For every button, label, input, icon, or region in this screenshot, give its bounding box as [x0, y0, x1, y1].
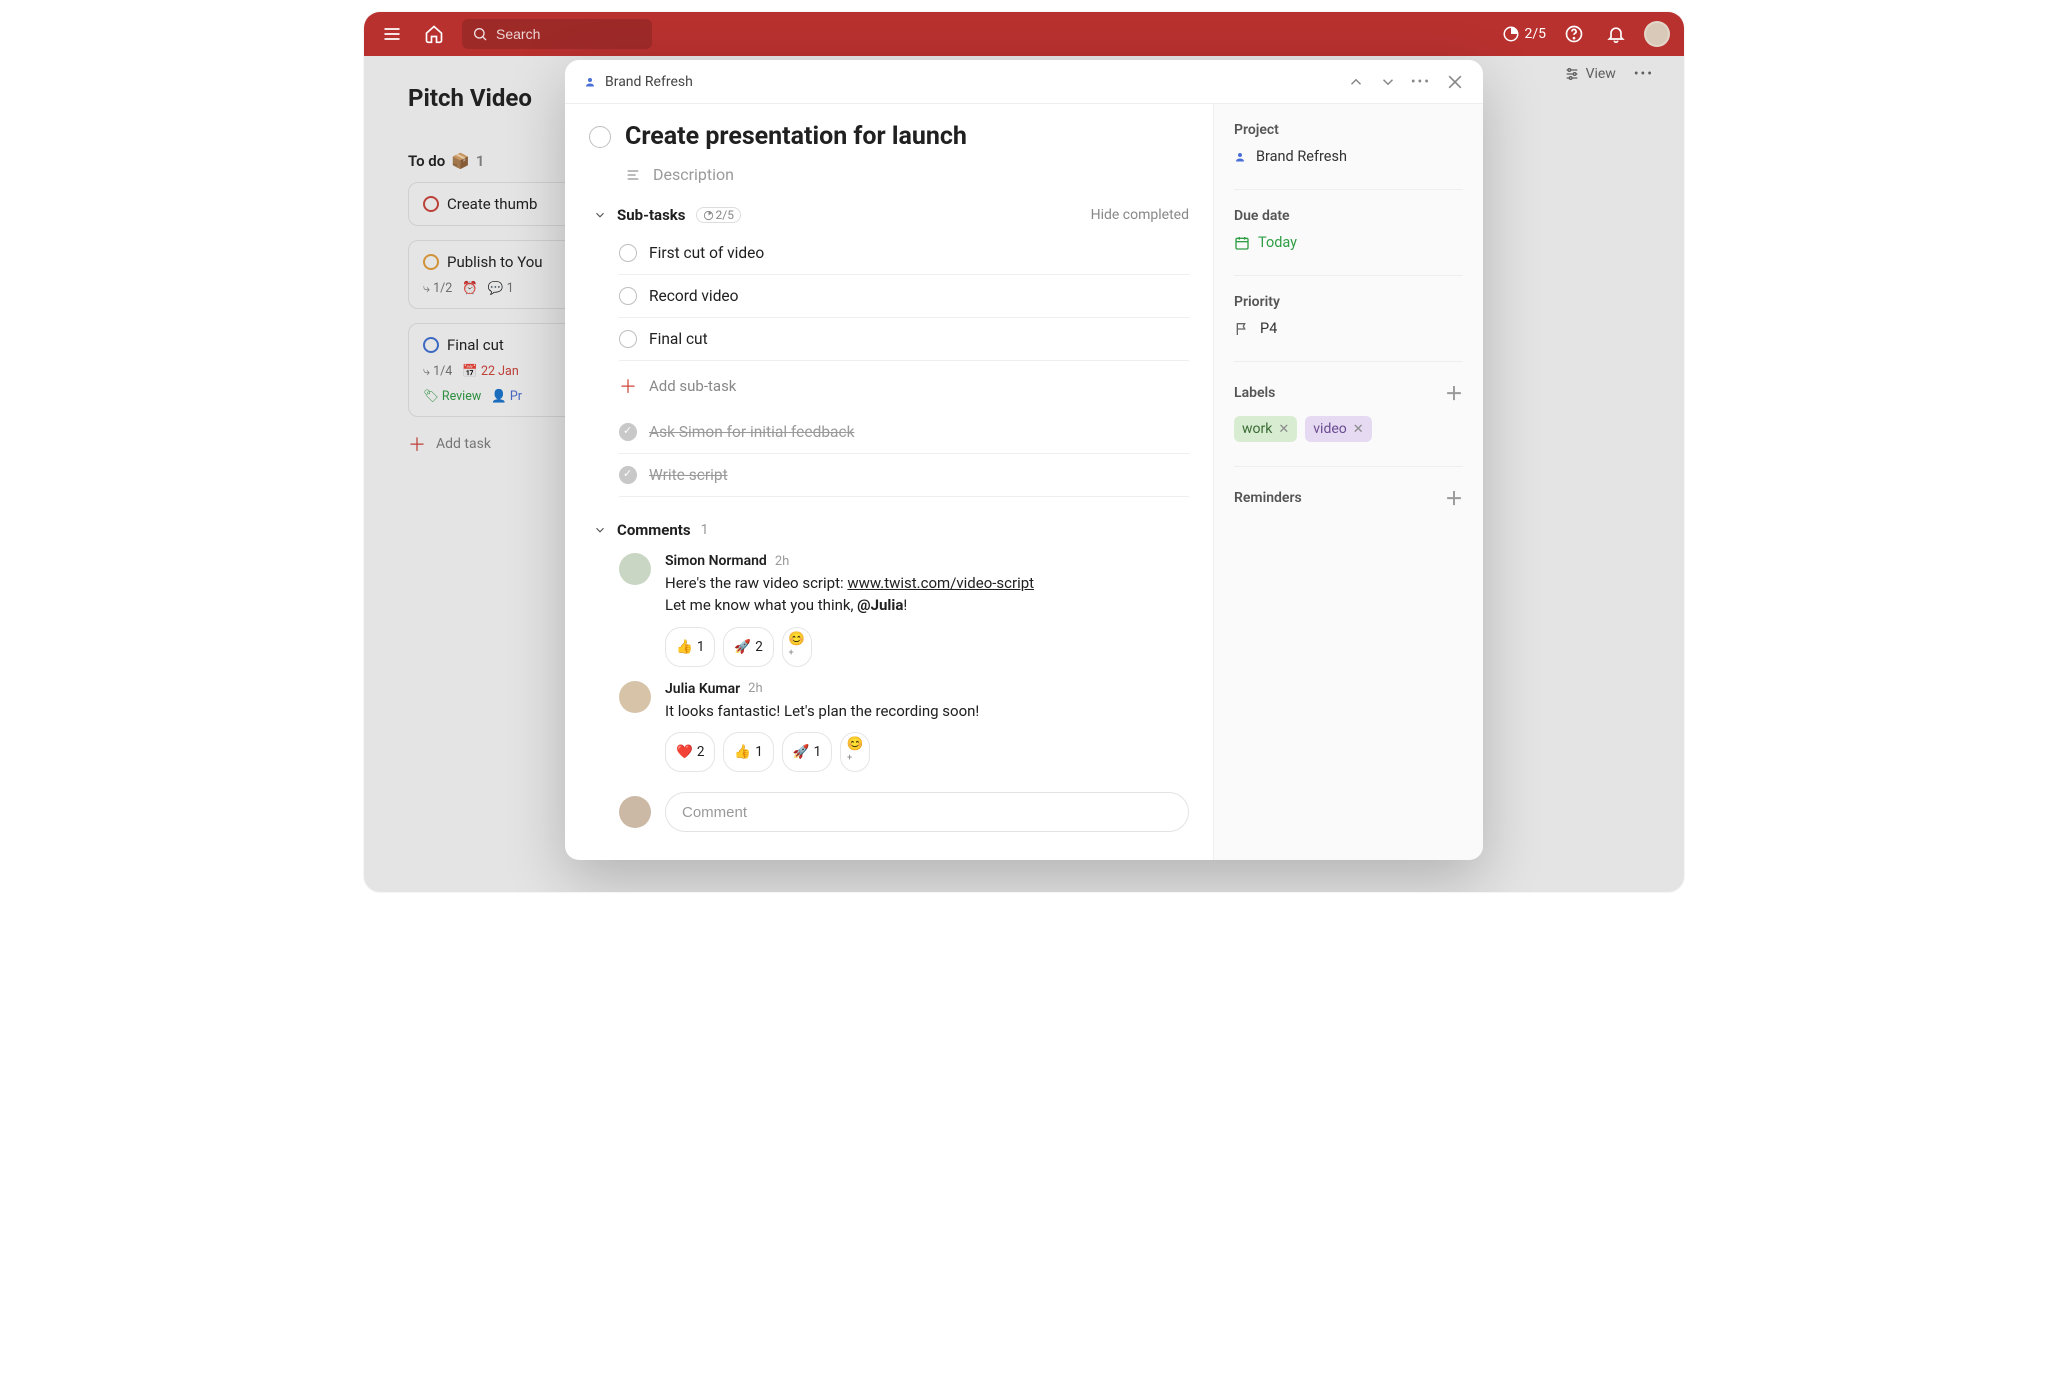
next-task-button[interactable]: [1379, 73, 1397, 91]
task-title[interactable]: Create presentation for launch: [625, 122, 967, 151]
pie-icon: [703, 210, 714, 221]
breadcrumb[interactable]: Brand Refresh: [583, 74, 693, 90]
comment-author: Simon Normand: [665, 553, 767, 569]
add-subtask-button[interactable]: ＋Add sub-task: [619, 361, 1189, 411]
person-icon: [583, 75, 597, 89]
close-button[interactable]: [1445, 72, 1465, 92]
add-reminder-button[interactable]: ＋: [1445, 485, 1463, 511]
comments-count: 1: [701, 522, 709, 538]
breadcrumb-label: Brand Refresh: [605, 74, 693, 90]
progress-text: 2/5: [1524, 26, 1546, 42]
complete-checkbox[interactable]: [589, 126, 611, 148]
labels-label: Labels: [1234, 385, 1275, 401]
comment-item: Simon Normand 2h Here's the raw video sc…: [619, 553, 1189, 667]
home-icon[interactable]: [420, 20, 448, 48]
subtask-text: Record video: [649, 287, 739, 305]
remove-label-icon[interactable]: ✕: [1278, 422, 1289, 437]
reaction[interactable]: ❤️2: [665, 732, 715, 772]
project-value[interactable]: Brand Refresh: [1234, 148, 1463, 165]
subtask-item[interactable]: First cut of video: [619, 232, 1189, 275]
more-options-button[interactable]: •••: [1411, 74, 1431, 90]
comment-time: 2h: [775, 554, 789, 569]
add-reaction-button[interactable]: 😊⁺: [840, 732, 870, 772]
subtask-text: Final cut: [649, 330, 708, 348]
search-box[interactable]: [462, 19, 652, 49]
subtask-text: First cut of video: [649, 244, 764, 262]
search-input[interactable]: [496, 26, 616, 42]
subtask-item[interactable]: Final cut: [619, 318, 1189, 361]
due-date-value[interactable]: Today: [1234, 234, 1463, 251]
label-chip[interactable]: video✕: [1305, 416, 1371, 442]
add-reaction-button[interactable]: 😊⁺: [782, 627, 812, 667]
subtask-item[interactable]: Ask Simon for initial feedback: [619, 411, 1189, 454]
search-icon: [472, 26, 488, 42]
reaction[interactable]: 👍1: [723, 732, 773, 772]
topbar: 2/5: [364, 12, 1684, 56]
prev-task-button[interactable]: [1347, 73, 1365, 91]
reminders-label: Reminders: [1234, 490, 1302, 506]
bell-icon[interactable]: [1602, 20, 1630, 48]
subtask-checkbox[interactable]: [619, 244, 637, 262]
comment-avatar: [619, 681, 651, 713]
task-detail-modal: Brand Refresh ••• Create presentation fo…: [565, 60, 1483, 860]
self-avatar: [619, 796, 651, 828]
priority-value[interactable]: P4: [1234, 320, 1463, 337]
reaction[interactable]: 🚀2: [723, 627, 773, 667]
subtask-progress: 2/5: [696, 207, 741, 223]
progress-indicator[interactable]: 2/5: [1502, 25, 1546, 43]
user-avatar[interactable]: [1644, 21, 1670, 47]
priority-label: Priority: [1234, 294, 1463, 310]
collapse-comments-button[interactable]: [593, 523, 607, 537]
subtask-checkbox[interactable]: [619, 423, 637, 441]
comment-input[interactable]: [665, 792, 1189, 832]
collapse-subtasks-button[interactable]: [593, 208, 607, 222]
reaction[interactable]: 👍1: [665, 627, 715, 667]
comment-text: Here's the raw video script: www.twist.c…: [665, 573, 1189, 617]
description-icon: [625, 167, 641, 183]
comment-text: It looks fantastic! Let's plan the recor…: [665, 701, 1189, 723]
comment-author: Julia Kumar: [665, 681, 740, 697]
subtask-checkbox[interactable]: [619, 287, 637, 305]
progress-icon: [1502, 25, 1520, 43]
plus-icon: ＋: [619, 373, 637, 399]
help-icon[interactable]: [1560, 20, 1588, 48]
remove-label-icon[interactable]: ✕: [1353, 422, 1364, 437]
subtask-item[interactable]: Write script: [619, 454, 1189, 497]
calendar-icon: [1234, 235, 1250, 251]
person-icon: [1234, 151, 1246, 163]
add-label-button[interactable]: ＋: [1445, 380, 1463, 406]
mention[interactable]: @Julia: [857, 596, 903, 614]
flag-icon: [1234, 321, 1250, 337]
subtask-item[interactable]: Record video: [619, 275, 1189, 318]
reaction[interactable]: 🚀1: [782, 732, 832, 772]
project-label: Project: [1234, 122, 1463, 138]
subtask-checkbox[interactable]: [619, 466, 637, 484]
comment-item: Julia Kumar 2h It looks fantastic! Let's…: [619, 681, 1189, 773]
label-chip[interactable]: work✕: [1234, 416, 1297, 442]
subtask-text: Ask Simon for initial feedback: [649, 423, 854, 441]
comment-avatar: [619, 553, 651, 585]
menu-icon[interactable]: [378, 20, 406, 48]
due-date-label: Due date: [1234, 208, 1463, 224]
comment-time: 2h: [748, 681, 762, 696]
description-field[interactable]: Description: [625, 165, 1189, 184]
subtasks-heading: Sub-tasks: [617, 206, 686, 224]
subtask-checkbox[interactable]: [619, 330, 637, 348]
comment-link[interactable]: www.twist.com/video-script: [847, 574, 1034, 592]
subtask-text: Write script: [649, 466, 728, 484]
hide-completed-button[interactable]: Hide completed: [1091, 207, 1189, 223]
comments-heading: Comments: [617, 521, 691, 539]
